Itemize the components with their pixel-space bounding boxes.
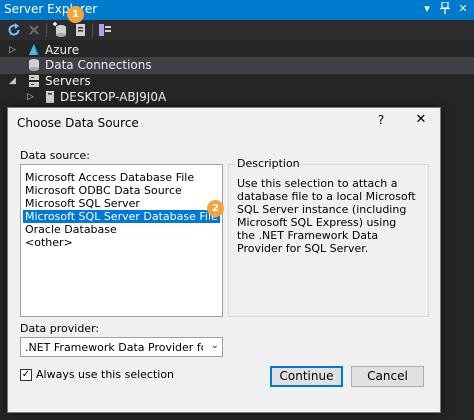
connect-to-server-icon[interactable]: [72, 22, 88, 38]
chevron-down-icon: ⌄: [210, 340, 219, 351]
collapse-arrow-icon[interactable]: ◢: [9, 75, 19, 87]
continue-button[interactable]: Continue: [270, 366, 343, 387]
always-use-checkbox[interactable]: ✓: [20, 369, 32, 381]
servers-icon: [27, 74, 41, 88]
data-source-item[interactable]: <other>: [23, 236, 220, 249]
dialog-title: Choose Data Source: [17, 116, 139, 130]
data-source-item[interactable]: Microsoft SQL Server Database File: [23, 210, 220, 223]
callout-badge-1: 1: [67, 6, 84, 23]
expand-arrow-icon[interactable]: ▷: [9, 44, 19, 56]
data-source-list[interactable]: Microsoft Access Database File Microsoft …: [20, 164, 223, 317]
choose-data-source-dialog: Choose Data Source ? ✕ Data source: Micr…: [7, 107, 441, 413]
data-provider-select[interactable]: .NET Framework Data Provider for SQ ⌄: [20, 337, 223, 357]
connect-to-database-icon[interactable]: [52, 22, 68, 38]
properties-icon[interactable]: [97, 22, 113, 38]
data-source-item[interactable]: Microsoft SQL Server: [23, 197, 220, 210]
data-source-item[interactable]: Microsoft ODBC Data Source: [23, 184, 220, 197]
data-provider-label: Data provider:: [20, 322, 100, 335]
tree-label-data-connections: Data Connections: [45, 58, 152, 72]
close-dialog-button[interactable]: ✕: [412, 112, 430, 130]
data-connections-icon: [27, 58, 41, 72]
tree-label-servers: Servers: [45, 74, 91, 88]
callout-badge-2: 2: [207, 200, 224, 217]
always-use-label[interactable]: Always use this selection: [36, 368, 174, 381]
help-button[interactable]: ?: [373, 113, 389, 131]
data-source-item[interactable]: Microsoft Access Database File: [23, 171, 220, 184]
description-text: Use this selection to attach a database …: [237, 177, 416, 255]
stop-icon[interactable]: [26, 22, 42, 38]
data-provider-value: .NET Framework Data Provider for SQ: [25, 341, 203, 354]
description-label: Description: [235, 157, 302, 170]
tree-label-machine: DESKTOP-ABJ9J0A: [60, 90, 167, 104]
computer-icon: [43, 90, 57, 104]
close-panel-icon[interactable]: ✕: [456, 2, 470, 16]
description-group: Description Use this selection to attach…: [228, 157, 429, 317]
tree-node-data-connections[interactable]: Data Connections: [0, 57, 474, 74]
refresh-icon[interactable]: [6, 22, 22, 38]
tree-label-azure: Azure: [45, 43, 80, 57]
expand-arrow-icon[interactable]: ▷: [27, 91, 37, 103]
azure-icon: [27, 43, 41, 57]
tree-node-machine[interactable]: ▷ DESKTOP-ABJ9J0A: [0, 89, 474, 106]
cancel-button[interactable]: Cancel: [351, 366, 424, 387]
dropdown-icon[interactable]: ▾: [420, 2, 434, 16]
toolbar-separator: [46, 23, 47, 37]
toolbar-separator: [92, 23, 93, 37]
pin-icon[interactable]: [438, 1, 452, 16]
data-source-item[interactable]: Oracle Database: [23, 223, 220, 236]
tree-node-servers[interactable]: ◢ Servers: [0, 73, 474, 90]
explorer-toolbar: [0, 20, 474, 40]
data-source-label: Data source:: [20, 149, 90, 162]
